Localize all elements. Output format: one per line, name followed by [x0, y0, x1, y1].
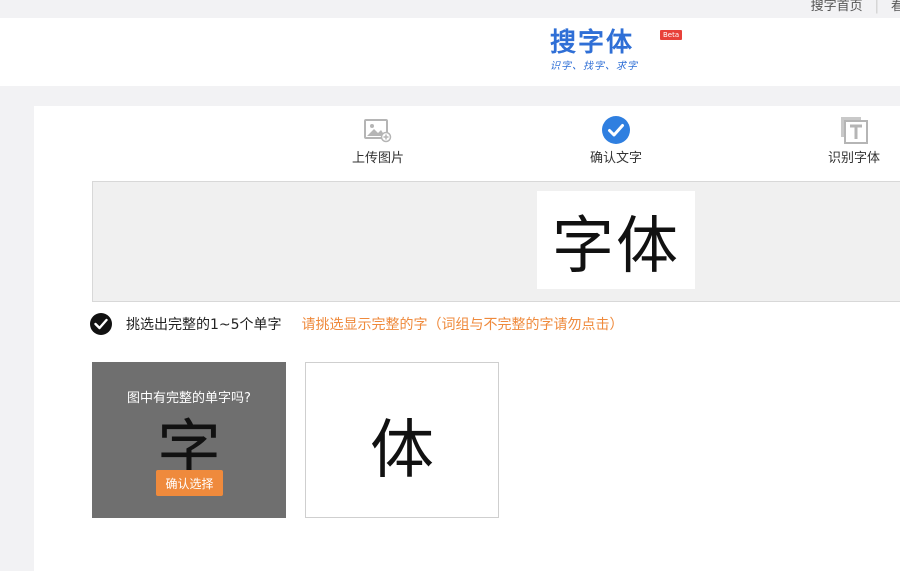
- image-icon: [364, 116, 392, 144]
- font-t-icon: [840, 116, 868, 144]
- check-circle-icon: [602, 116, 630, 144]
- confirm-selection-button[interactable]: 确认选择: [156, 470, 223, 496]
- candidate-char-card[interactable]: 体: [305, 362, 499, 518]
- top-bar: 搜字首页 | 看: [0, 0, 900, 18]
- site-logo[interactable]: 搜字体 Beta 识字、找字、求字: [550, 28, 690, 80]
- step-label-identify: 识别字体: [827, 151, 880, 166]
- main-panel: 上传图片 确认文字 识别字体 字体 挑选出完整的1~5个单字 请挑选显示完整的字…: [34, 106, 900, 571]
- logo-tagline: 识字、找字、求字: [550, 61, 638, 72]
- step-upload-image: 上传图片: [333, 116, 423, 167]
- uploaded-image-preview: 字体: [537, 191, 695, 289]
- instruction-row: 挑选出完整的1~5个单字 请挑选显示完整的字（词组与不完整的字请勿点击）: [90, 313, 624, 335]
- header: 搜字体 Beta 识字、找字、求字: [0, 18, 900, 86]
- candidate-char-card[interactable]: 图中有完整的单字吗? 字 确认选择: [92, 362, 286, 518]
- beta-badge: Beta: [660, 30, 683, 40]
- step-identify-font: 识别字体: [809, 116, 899, 167]
- image-preview-area: 字体: [92, 181, 900, 302]
- top-nav: 搜字首页 | 看: [799, 0, 900, 18]
- check-icon: [90, 313, 112, 335]
- topnav-home-link[interactable]: 搜字首页: [799, 0, 875, 18]
- instruction-hint: 请挑选显示完整的字（词组与不完整的字请勿点击）: [301, 317, 624, 333]
- topnav-link-2[interactable]: 看: [879, 0, 900, 18]
- candidate-char: 体: [370, 414, 434, 488]
- instruction-text: 挑选出完整的1~5个单字: [126, 317, 282, 333]
- step-label-confirm: 确认文字: [589, 151, 642, 166]
- step-confirm-text: 确认文字: [571, 116, 661, 167]
- step-label-upload: 上传图片: [351, 151, 404, 166]
